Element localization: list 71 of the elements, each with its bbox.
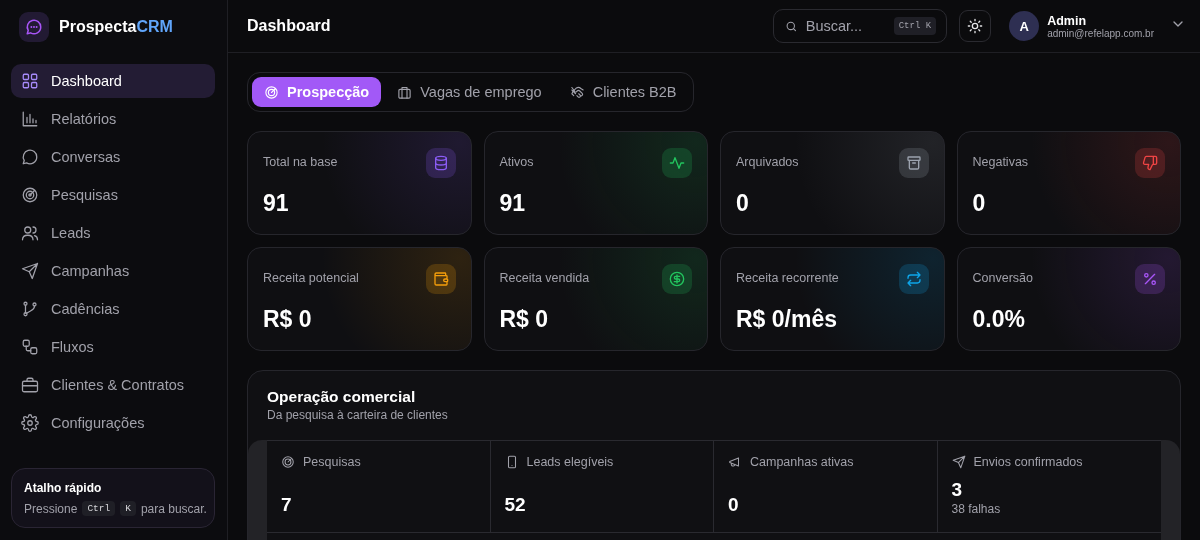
nav-item[interactable]: Leads: [11, 216, 215, 250]
metric-value: 7: [281, 494, 293, 516]
stat-label: Ativos: [499, 155, 534, 169]
sun-icon: [967, 18, 984, 34]
user-name: Admin: [1047, 13, 1087, 28]
brand-name: ProspectaCRM: [59, 18, 173, 36]
stat-label: Receita recorrente: [736, 271, 839, 285]
stat-value: 0.0%: [972, 306, 1026, 333]
tab[interactable]: Vagas de emprego: [385, 77, 554, 107]
stat-label: Negativas: [972, 155, 1029, 169]
stat-label: Arquivados: [736, 155, 799, 169]
stat-value: 0: [972, 190, 987, 217]
nav-item[interactable]: Fluxos: [11, 330, 215, 364]
stat-value: R$ 0: [263, 306, 313, 333]
shortcut-text: para buscar.: [140, 501, 207, 516]
stat-value: R$ 0: [499, 306, 550, 333]
stat-label: Conversão: [972, 271, 1033, 285]
nav-item[interactable]: Clientes & Contratos: [11, 368, 215, 402]
search-field[interactable]: Buscar...: [805, 18, 886, 34]
target-icon: [21, 186, 39, 204]
users-icon: [21, 224, 39, 242]
megaphone-icon: [728, 455, 742, 469]
key-label: K: [120, 501, 136, 516]
stat-value: 0: [736, 190, 750, 217]
nav-item[interactable]: Pesquisas: [11, 178, 215, 212]
metric-label: Envios confirmados: [973, 455, 1083, 469]
tab[interactable]: Prospecção: [252, 77, 382, 107]
key-label: Ctrl: [82, 501, 116, 516]
panel-subtitle: Da pesquisa à carteira de clientes: [266, 407, 449, 422]
shortcut-hint: Ctrl K: [893, 17, 937, 35]
stat-label: Receita potencial: [263, 271, 359, 285]
stat-value: 91: [263, 190, 290, 217]
stat-label: Receita vendida: [499, 271, 590, 285]
nav-item[interactable]: Cadências: [11, 292, 215, 326]
flow-icon: [21, 338, 39, 356]
stat-value: R$ 0/mês: [736, 306, 838, 333]
panel-title: Operação comercial: [266, 388, 417, 406]
target-icon: [264, 84, 279, 100]
nav-item[interactable]: Conversas: [11, 140, 215, 174]
settings-icon: [21, 414, 39, 432]
stat-value: 91: [499, 190, 527, 217]
logo-icon: [19, 12, 49, 42]
tab[interactable]: Clientes B2B: [557, 77, 689, 107]
metric-note: 38 falhas: [951, 502, 1002, 516]
metric-value: 52: [504, 494, 527, 516]
metric-value: 3: [951, 479, 964, 501]
shortcut-text: Pressione: [24, 501, 78, 516]
send-icon: [21, 262, 39, 280]
stat-label: Total na base: [263, 155, 338, 169]
luggage-icon: [397, 84, 413, 100]
page-title: Dashboard: [247, 17, 332, 35]
theme-toggle-button[interactable]: [959, 10, 992, 42]
grid-icon: [21, 72, 39, 90]
metric-label: Leads elegíveis: [526, 455, 614, 469]
chat-bubble-icon: [21, 148, 39, 166]
bar-chart-icon: [21, 110, 39, 128]
shortcut-title: Atalho rápido: [24, 481, 103, 495]
nav-item[interactable]: Campanhas: [11, 254, 215, 288]
briefcase-icon: [21, 376, 39, 394]
nav-item[interactable]: Configurações: [11, 406, 215, 440]
nav-item[interactable]: Dashboard: [11, 64, 215, 98]
target-icon: [281, 455, 295, 469]
nav-item[interactable]: Relatórios: [11, 102, 215, 136]
user-avatar[interactable]: A: [1009, 11, 1040, 41]
metric-label: Campanhas ativas: [750, 455, 854, 469]
user-email: admin@refelapp.com.br: [1047, 27, 1154, 39]
send-icon: [951, 455, 966, 469]
branch-icon: [21, 300, 39, 318]
handshake-icon: [569, 84, 585, 100]
metric-value: 0: [728, 494, 740, 516]
metric-label: Pesquisas: [303, 455, 361, 469]
